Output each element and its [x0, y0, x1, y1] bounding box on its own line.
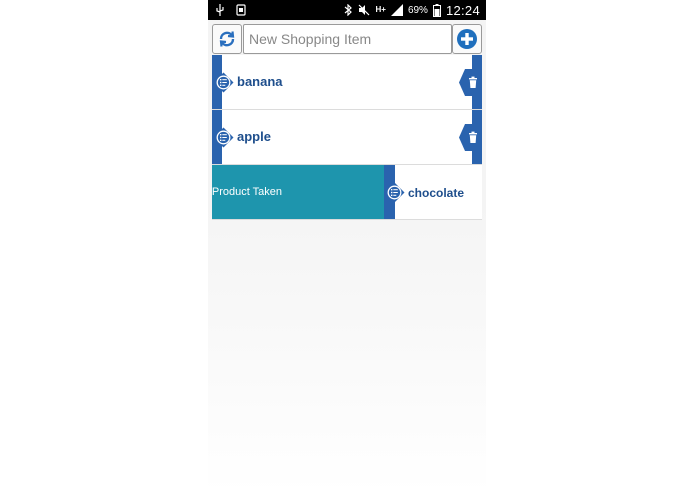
- list-badge-icon: [213, 72, 234, 93]
- product-taken-action[interactable]: Product Taken: [212, 165, 384, 219]
- list-badge-icon: [384, 182, 405, 203]
- plus-circle-icon: [457, 29, 477, 49]
- bluetooth-icon: [345, 4, 353, 16]
- shopping-list: banana apple Product Taken chocolate: [212, 55, 482, 220]
- sd-card-icon: [236, 4, 246, 16]
- status-bar: H+ 69% 12:24: [208, 0, 486, 20]
- status-left-icons: [216, 3, 246, 17]
- product-taken-label: Product Taken: [212, 186, 282, 198]
- refresh-button[interactable]: [212, 24, 242, 54]
- usb-icon: [216, 4, 224, 16]
- status-right-icons: H+ 69% 12:24: [344, 2, 480, 18]
- new-item-bar: [208, 22, 486, 56]
- trash-icon[interactable]: [459, 124, 482, 151]
- item-label: banana: [237, 74, 283, 89]
- item-label: apple: [237, 129, 271, 144]
- list-item[interactable]: apple: [212, 110, 482, 165]
- refresh-icon: [219, 31, 235, 47]
- mute-icon: [359, 4, 370, 16]
- trash-icon[interactable]: [459, 69, 482, 96]
- list-item[interactable]: banana: [212, 55, 482, 110]
- clock: 12:24: [445, 2, 480, 18]
- list-badge-icon: [213, 127, 234, 148]
- network-type: H+: [375, 5, 386, 14]
- battery-percent: 69%: [407, 4, 428, 16]
- new-item-input[interactable]: [243, 24, 452, 54]
- list-item-swiped[interactable]: Product Taken chocolate: [212, 165, 482, 220]
- signal-icon: [390, 4, 403, 16]
- battery-icon: [432, 3, 441, 17]
- add-item-button[interactable]: [452, 24, 482, 54]
- phone-screen: H+ 69% 12:24 New Shopping Item banana ap…: [208, 0, 486, 494]
- item-label: chocolate: [408, 186, 465, 200]
